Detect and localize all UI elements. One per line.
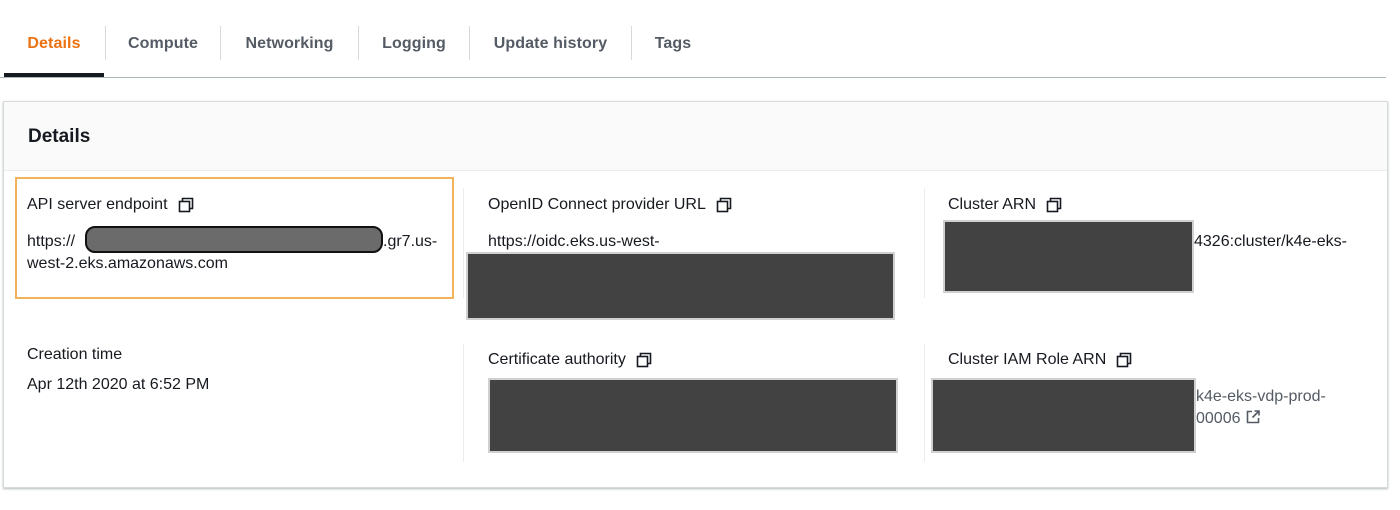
certificate-authority-label: Certificate authority [488,351,626,368]
iam-role-field: Cluster IAM Role ARN [948,351,1132,369]
api-endpoint-value-line2: west-2.eks.amazonaws.com [27,255,228,272]
creation-time-field: Creation time [27,346,122,364]
certificate-authority-field: Certificate authority [488,351,652,369]
redaction-mask [931,378,1196,453]
creation-time-value: Apr 12th 2020 at 6:52 PM [27,376,210,393]
copy-icon[interactable] [636,352,652,368]
iam-role-label: Cluster IAM Role ARN [948,351,1107,368]
cluster-arn-label: Cluster ARN [948,196,1037,213]
creation-time-label: Creation time [27,346,123,363]
panel-title: Details [28,126,91,147]
oidc-label: OpenID Connect provider URL [488,196,706,213]
cluster-arn-field: Cluster ARN [948,196,1062,214]
redaction-mask [466,252,895,320]
copy-icon[interactable] [1116,352,1132,368]
redaction-mask [943,220,1194,293]
copy-icon[interactable] [716,197,732,213]
iam-role-value-suffix: 00006 [1196,410,1241,427]
tab-update-history[interactable]: Update history [470,18,631,70]
panel-header: Details [4,102,1387,171]
tab-tags[interactable]: Tags [632,18,714,70]
active-tab-indicator [4,73,104,77]
column-divider [463,344,464,462]
copy-icon[interactable] [178,197,194,213]
api-endpoint-prefix: https:// [27,233,76,250]
tab-compute[interactable]: Compute [106,18,220,70]
external-link-icon[interactable] [1245,409,1261,425]
api-endpoint-value-line1[interactable]: https:// [27,231,75,253]
api-endpoint-field: API server endpoint [27,196,194,214]
redaction-mask [85,226,383,253]
cluster-arn-value[interactable]: 4326:cluster/k4e-eks- [1194,231,1347,253]
iam-role-value-line2[interactable]: 00006 [1196,408,1261,430]
iam-role-value-line1[interactable]: k4e-eks-vdp-prod- [1196,386,1326,408]
api-endpoint-suffix: .gr7.us- [383,233,438,250]
api-endpoint-label: API server endpoint [27,196,168,213]
copy-icon[interactable] [1046,197,1062,213]
oidc-field: OpenID Connect provider URL [488,196,732,214]
eks-cluster-details-view: Details Compute Networking Logging Updat… [0,0,1400,510]
redaction-mask [488,378,898,453]
tab-logging[interactable]: Logging [359,18,469,70]
column-divider [924,188,925,298]
column-divider [463,188,464,298]
tab-details[interactable]: Details [4,18,104,70]
tab-networking[interactable]: Networking [221,18,358,70]
tab-bar: Details Compute Networking Logging Updat… [0,0,1386,78]
column-divider [924,344,925,462]
oidc-value[interactable]: https://oidc.eks.us-west- [488,231,660,253]
